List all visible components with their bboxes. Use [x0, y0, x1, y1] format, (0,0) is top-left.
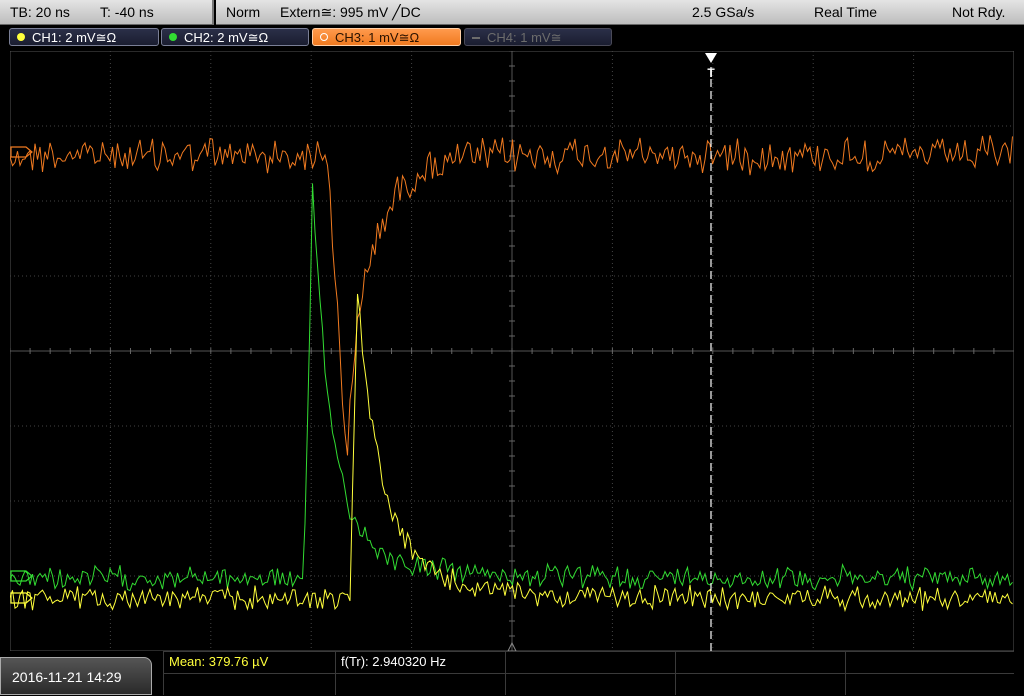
measurement-divider [163, 651, 1014, 652]
timebase-panel[interactable]: TB: 20 ns T: -40 ns [0, 0, 214, 25]
channel-2-tab[interactable]: CH2: 2 mV≅Ω [161, 28, 309, 46]
ch4-indicator-icon [472, 37, 480, 39]
datetime-display: 2016-11-21 14:29 [0, 657, 152, 695]
real-time-mode: Real Time [814, 4, 878, 20]
trigger-frequency-measurement[interactable]: f(Tr): 2.940320 Hz [341, 652, 446, 672]
channel-4-tab[interactable]: CH4: 1 mV≅ [464, 28, 612, 46]
trigger-source[interactable]: Extern≅: 995 mV ╱DC [280, 0, 421, 24]
measurement-divider [675, 651, 676, 695]
mean-measurement[interactable]: Mean: 379.76 µV [169, 652, 268, 672]
acquisition-panel: Norm Extern≅: 995 mV ╱DC 2.5 GSa/s Real … [216, 0, 1024, 25]
measurement-divider [845, 651, 846, 695]
trigger-offset-value[interactable]: T: -40 ns [100, 0, 154, 24]
status-bar: TB: 20 ns T: -40 ns Norm Extern≅: 995 mV… [0, 0, 1024, 25]
ch3-indicator-icon [320, 33, 328, 41]
ch1-indicator-icon [17, 33, 25, 41]
ch2-indicator-icon [169, 33, 177, 41]
datetime-value: 2016-11-21 14:29 [12, 669, 122, 685]
measurement-divider [163, 673, 1014, 674]
measurement-divider [163, 651, 164, 695]
sample-rate: 2.5 GSa/s [692, 4, 755, 20]
channel-3-tab[interactable]: CH3: 1 mV≅Ω [312, 28, 461, 46]
measurement-divider [505, 651, 506, 695]
trigger-marker-label: T [707, 66, 715, 80]
timebase-value[interactable]: TB: 20 ns [10, 0, 70, 24]
ch1-label: CH1: 2 mV≅Ω [32, 30, 117, 45]
ch4-label: CH4: 1 mV≅ [487, 30, 562, 45]
waveform-canvas[interactable]: T [10, 51, 1014, 651]
ch3-label: CH3: 1 mV≅Ω [335, 30, 420, 45]
acquisition-state: Not Rdy. [952, 4, 1006, 20]
channel-bar: CH1: 2 mV≅Ω CH2: 2 mV≅Ω CH3: 1 mV≅Ω CH4:… [0, 25, 1024, 49]
acquisition-mode[interactable]: Norm [226, 0, 260, 24]
channel-1-tab[interactable]: CH1: 2 mV≅Ω [9, 28, 159, 46]
ch2-label: CH2: 2 mV≅Ω [184, 30, 269, 45]
waveform-display[interactable]: T [10, 51, 1014, 651]
measurement-divider [335, 651, 336, 695]
measurement-table[interactable]: Mean: 379.76 µV f(Tr): 2.940320 Hz [163, 651, 1014, 695]
